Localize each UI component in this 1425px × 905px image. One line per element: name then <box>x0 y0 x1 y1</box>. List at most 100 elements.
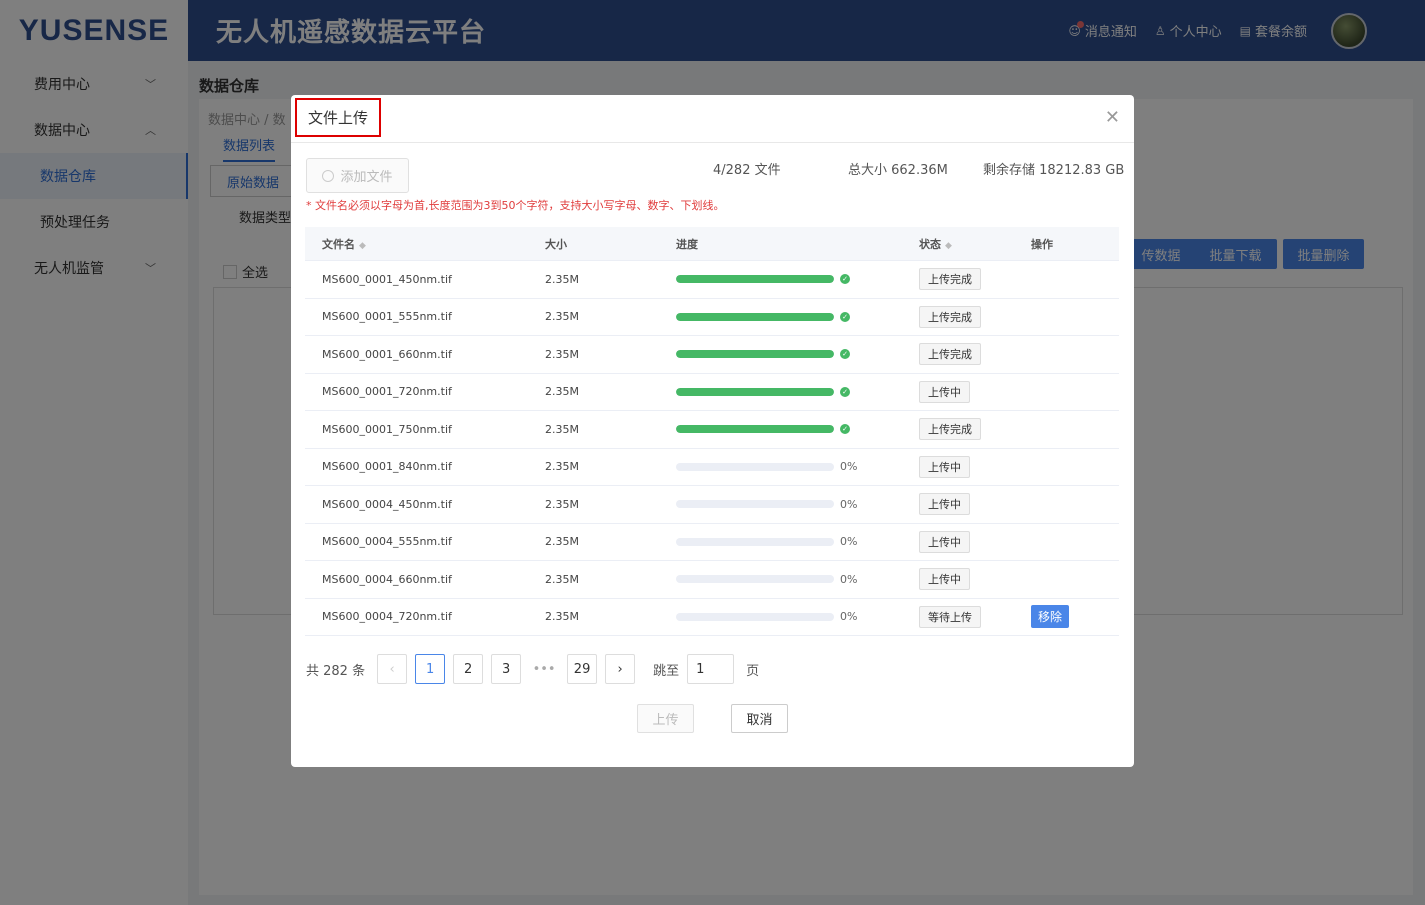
progress-percent: 0% <box>840 497 858 511</box>
check-circle-icon: ✓ <box>840 349 850 360</box>
total-size: 总大小 662.36M <box>848 163 948 178</box>
upload-button[interactable]: 上传 <box>637 704 694 733</box>
status-badge: 上传中 <box>919 493 970 516</box>
sort-icon[interactable]: ◆ <box>945 241 952 251</box>
progress-bar <box>676 425 834 434</box>
status-cell: 上传完成 <box>919 343 1031 366</box>
progress-cell: 0% <box>676 460 919 473</box>
close-icon[interactable]: ✕ <box>1105 107 1120 128</box>
progress-bar <box>676 612 834 621</box>
page-button-29[interactable]: 29 <box>567 654 598 684</box>
progress-bar <box>676 575 834 584</box>
status-badge: 上传完成 <box>919 343 981 366</box>
column-header-status[interactable]: 状态 ◆ <box>919 236 1031 252</box>
add-file-label: 添加文件 <box>340 170 393 185</box>
file-name: MS600_0004_720nm.tif <box>322 610 452 624</box>
progress-bar <box>676 500 834 509</box>
progress-bar <box>676 462 834 471</box>
progress-cell: ✓ <box>676 311 919 322</box>
status-cell: 上传完成 <box>919 418 1031 441</box>
column-header-name[interactable]: 文件名 ◆ <box>305 236 545 252</box>
check-circle-icon: ✓ <box>840 274 850 285</box>
page-button-3[interactable]: 3 <box>491 654 522 684</box>
status-badge: 上传完成 <box>919 418 981 441</box>
file-name: MS600_0001_720nm.tif <box>322 385 452 399</box>
table-row: MS600_0004_660nm.tif 2.35M 0% 上传中 <box>305 561 1119 599</box>
action-cell: 移除 <box>1031 605 1119 629</box>
file-name: MS600_0004_555nm.tif <box>322 535 452 549</box>
progress-fill <box>676 350 834 359</box>
progress-cell: 0% <box>676 573 919 586</box>
table-row: MS600_0001_750nm.tif 2.35M ✓ 上传完成 <box>305 411 1119 449</box>
upload-dialog: 文件上传 ✕ 添加文件 4/282 文件 总大小 662.36M 剩余存储 18… <box>291 95 1134 767</box>
cancel-button[interactable]: 取消 <box>731 704 788 733</box>
loading-icon <box>322 169 335 182</box>
remove-button[interactable]: 移除 <box>1031 605 1070 629</box>
progress-fill <box>676 312 834 321</box>
status-badge: 上传完成 <box>919 268 981 291</box>
chevron-left-icon: ‹ <box>389 661 395 677</box>
progress-cell: 0% <box>676 535 919 548</box>
status-cell: 上传中 <box>919 530 1031 553</box>
dialog-title: 文件上传 <box>295 98 381 137</box>
sort-icon[interactable]: ◆ <box>359 241 366 251</box>
status-cell: 等待上传 <box>919 605 1031 628</box>
file-name: MS600_0004_660nm.tif <box>322 572 452 586</box>
jump-label: 跳至 <box>653 663 680 679</box>
progress-bar <box>676 275 834 284</box>
status-badge: 上传中 <box>919 530 970 553</box>
progress-cell: ✓ <box>676 349 919 360</box>
check-circle-icon: ✓ <box>840 386 850 397</box>
progress-bar <box>676 350 834 359</box>
status-cell: 上传中 <box>919 455 1031 478</box>
file-name: MS600_0001_840nm.tif <box>322 460 452 474</box>
chevron-right-icon: › <box>617 661 623 677</box>
file-name: MS600_0001_750nm.tif <box>322 422 452 436</box>
progress-cell: 0% <box>676 610 919 623</box>
table-row: MS600_0001_720nm.tif 2.35M ✓ 上传中 <box>305 374 1119 411</box>
file-size: 2.35M <box>545 460 579 474</box>
page-button-2[interactable]: 2 <box>453 654 484 684</box>
table-row: MS600_0001_450nm.tif 2.35M ✓ 上传完成 <box>305 261 1119 299</box>
progress-cell: 0% <box>676 498 919 511</box>
column-header-progress: 进度 <box>676 237 698 251</box>
status-cell: 上传完成 <box>919 305 1031 328</box>
status-badge: 上传完成 <box>919 305 981 328</box>
status-cell: 上传中 <box>919 380 1031 403</box>
progress-percent: 0% <box>840 460 858 474</box>
pagination: 共 282 条 ‹ 1 2 3 ••• 29 › 跳至 1 页 <box>306 654 759 684</box>
column-header-size: 大小 <box>545 237 567 251</box>
file-name: MS600_0004_450nm.tif <box>322 497 452 511</box>
progress-bar <box>676 312 834 321</box>
status-cell: 上传中 <box>919 493 1031 516</box>
dialog-header: 文件上传 ✕ <box>291 95 1134 143</box>
prev-page-button[interactable]: ‹ <box>377 654 408 684</box>
progress-percent: 0% <box>840 535 858 549</box>
file-size: 2.35M <box>545 347 579 361</box>
table-row: MS600_0004_555nm.tif 2.35M 0% 上传中 <box>305 524 1119 561</box>
file-size: 2.35M <box>545 535 579 549</box>
next-page-button[interactable]: › <box>605 654 636 684</box>
add-file-button[interactable]: 添加文件 <box>306 158 409 193</box>
file-size: 2.35M <box>545 572 579 586</box>
status-cell: 上传中 <box>919 568 1031 591</box>
status-badge: 上传中 <box>919 455 970 478</box>
status-badge: 上传中 <box>919 380 970 403</box>
table-row: MS600_0001_555nm.tif 2.35M ✓ 上传完成 <box>305 299 1119 336</box>
file-size: 2.35M <box>545 497 579 511</box>
file-name: MS600_0001_660nm.tif <box>322 347 452 361</box>
progress-cell: ✓ <box>676 274 919 285</box>
remaining-storage: 剩余存储 18212.83 GB <box>983 163 1125 178</box>
check-circle-icon: ✓ <box>840 311 850 322</box>
more-pages-icon[interactable]: ••• <box>529 662 559 677</box>
file-size: 2.35M <box>545 385 579 399</box>
table-row: MS600_0004_720nm.tif 2.35M 0% 等待上传 移除 <box>305 599 1119 636</box>
filename-warning: * 文件名必须以字母为首,长度范围为3到50个字符，支持大小写字母、数字、下划线… <box>306 199 725 212</box>
progress-fill <box>676 425 834 434</box>
column-header-action: 操作 <box>1031 237 1053 251</box>
table-row: MS600_0004_450nm.tif 2.35M 0% 上传中 <box>305 486 1119 524</box>
page-button-1[interactable]: 1 <box>415 654 446 684</box>
progress-cell: ✓ <box>676 386 919 397</box>
jump-page-input[interactable]: 1 <box>687 654 735 684</box>
file-name: MS600_0001_450nm.tif <box>322 272 452 286</box>
